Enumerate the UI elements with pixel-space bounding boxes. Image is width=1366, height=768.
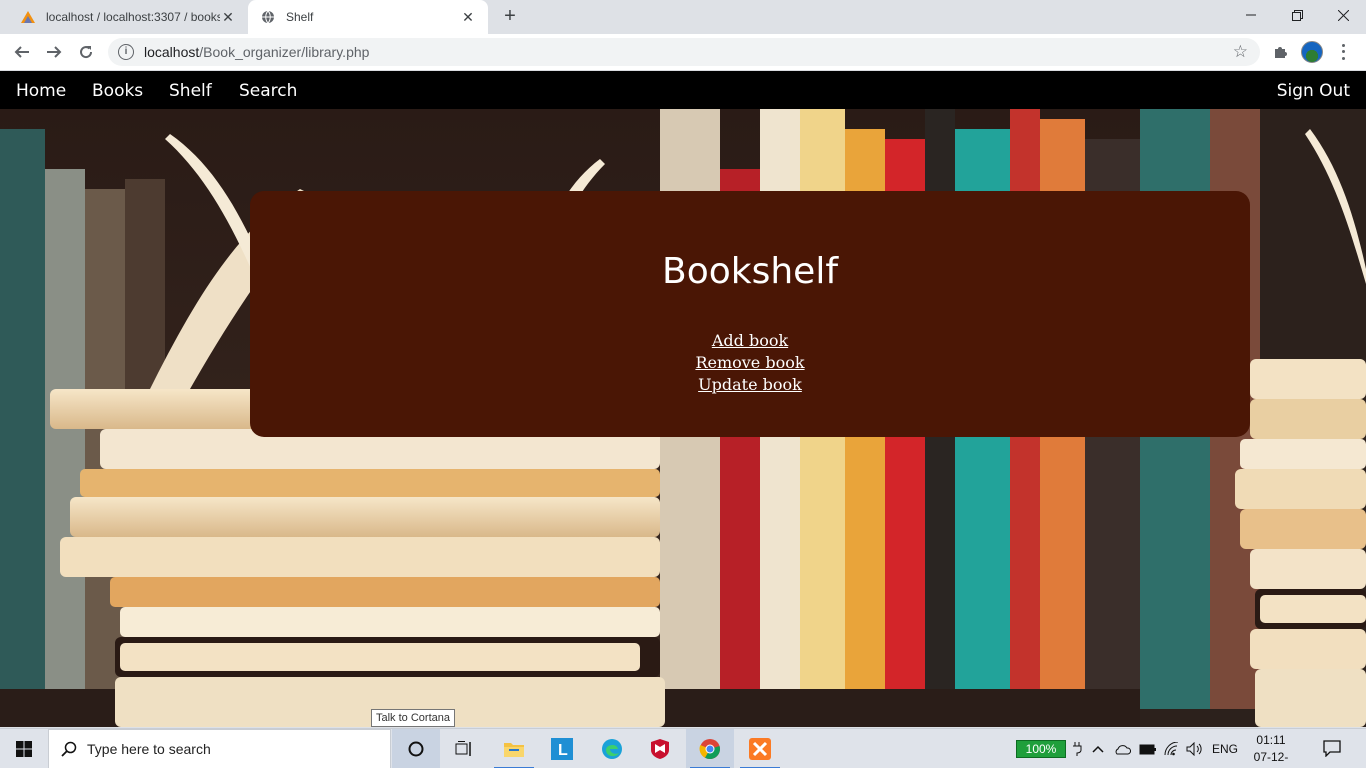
url-host: localhost: [144, 44, 200, 60]
cortana-circle-icon: [408, 741, 424, 757]
file-explorer-button[interactable]: [490, 729, 538, 768]
url-path: /Book_organizer/library.php: [199, 44, 370, 60]
address-bar[interactable]: i localhost/Book_organizer/library.php ☆: [108, 38, 1260, 66]
forward-arrow-icon[interactable]: [42, 40, 66, 64]
url-text: localhost/Book_organizer/library.php: [144, 44, 369, 60]
close-window-button[interactable]: [1320, 0, 1366, 30]
chrome-icon: [699, 739, 720, 760]
task-view-button[interactable]: [440, 729, 488, 768]
clock-time: 01:11: [1256, 733, 1286, 747]
tab-phpmyadmin[interactable]: localhost / localhost:3307 / books ✕: [8, 0, 248, 34]
language-indicator[interactable]: ENG: [1212, 729, 1238, 768]
app-l-button[interactable]: L: [538, 729, 586, 768]
battery-icon[interactable]: [1139, 729, 1157, 768]
chevron-up-icon[interactable]: [1092, 729, 1104, 768]
back-arrow-icon[interactable]: [10, 40, 34, 64]
reload-icon[interactable]: [74, 40, 98, 64]
panel-title: Bookshelf: [662, 251, 838, 292]
nav-books-link[interactable]: Books: [92, 81, 143, 101]
clock-date: 07-12-2020: [1253, 750, 1289, 768]
tab-title: Shelf: [286, 10, 314, 24]
sign-out-link[interactable]: Sign Out: [1277, 81, 1350, 101]
tab-shelf[interactable]: Shelf ✕: [248, 0, 488, 34]
phpmyadmin-icon: [20, 9, 36, 25]
l-app-icon: L: [551, 738, 573, 760]
globe-icon: [260, 9, 276, 25]
panel-actions: Add book Remove book Update book: [250, 330, 1250, 396]
chrome-button[interactable]: [686, 729, 734, 768]
nav-search-link[interactable]: Search: [239, 81, 297, 101]
browser-toolbar: i localhost/Book_organizer/library.php ☆: [0, 34, 1366, 71]
folder-icon: [504, 743, 524, 757]
profile-avatar[interactable]: [1301, 41, 1323, 63]
nav-home-link[interactable]: Home: [16, 81, 66, 101]
site-navbar: Home Books Shelf Search Sign Out: [0, 71, 1366, 109]
extensions-puzzle-icon[interactable]: [1270, 42, 1290, 62]
new-tab-button[interactable]: +: [498, 5, 522, 29]
wifi-icon[interactable]: [1164, 729, 1180, 768]
minimize-button[interactable]: [1228, 0, 1274, 30]
edge-icon: [602, 739, 622, 759]
battery-indicator[interactable]: 100%: [1016, 740, 1066, 758]
windows-logo-icon: [16, 741, 32, 757]
svg-text:L: L: [558, 742, 568, 759]
onedrive-cloud-icon[interactable]: [1113, 729, 1131, 768]
mcafee-shield-icon: [651, 739, 669, 759]
hero-section: Bookshelf Add book Remove book Update bo…: [0, 109, 1366, 727]
browser-menu-icon[interactable]: [1335, 42, 1351, 62]
bookmark-star-icon[interactable]: ☆: [1233, 42, 1248, 62]
taskbar-clock[interactable]: 01:11 07-12-2020: [1242, 732, 1300, 768]
xampp-icon: [749, 738, 771, 760]
notification-center-icon[interactable]: [1322, 739, 1342, 759]
tab-title: localhost / localhost:3307 / books: [46, 10, 220, 24]
site-info-icon[interactable]: i: [118, 44, 134, 60]
web-page: Home Books Shelf Search Sign Out Bookshe…: [0, 71, 1366, 727]
close-tab-icon[interactable]: ✕: [220, 9, 236, 25]
search-placeholder: Type here to search: [87, 741, 211, 757]
task-view-icon: [455, 741, 471, 756]
add-book-link[interactable]: Add book: [250, 330, 1250, 352]
edge-button[interactable]: [588, 729, 636, 768]
volume-icon[interactable]: [1186, 729, 1204, 768]
power-plug-icon[interactable]: [1072, 729, 1082, 768]
update-book-link[interactable]: Update book: [250, 374, 1250, 396]
cortana-button[interactable]: [392, 729, 440, 768]
mcafee-button[interactable]: [636, 729, 684, 768]
taskbar-search-box[interactable]: Type here to search: [48, 729, 391, 768]
xampp-button[interactable]: [736, 729, 784, 768]
search-icon: [61, 741, 77, 757]
restore-button[interactable]: [1274, 0, 1320, 30]
windows-start-button[interactable]: [0, 729, 48, 768]
cortana-tooltip: Talk to Cortana: [371, 709, 455, 727]
windows-taskbar: Type here to search L 100% ENG 01:11 07-…: [0, 728, 1366, 768]
close-tab-icon[interactable]: ✕: [460, 9, 476, 25]
browser-tab-strip: localhost / localhost:3307 / books ✕ She…: [0, 0, 1366, 34]
bookshelf-panel: Bookshelf Add book Remove book Update bo…: [250, 191, 1250, 437]
remove-book-link[interactable]: Remove book: [250, 352, 1250, 374]
nav-shelf-link[interactable]: Shelf: [169, 81, 212, 101]
